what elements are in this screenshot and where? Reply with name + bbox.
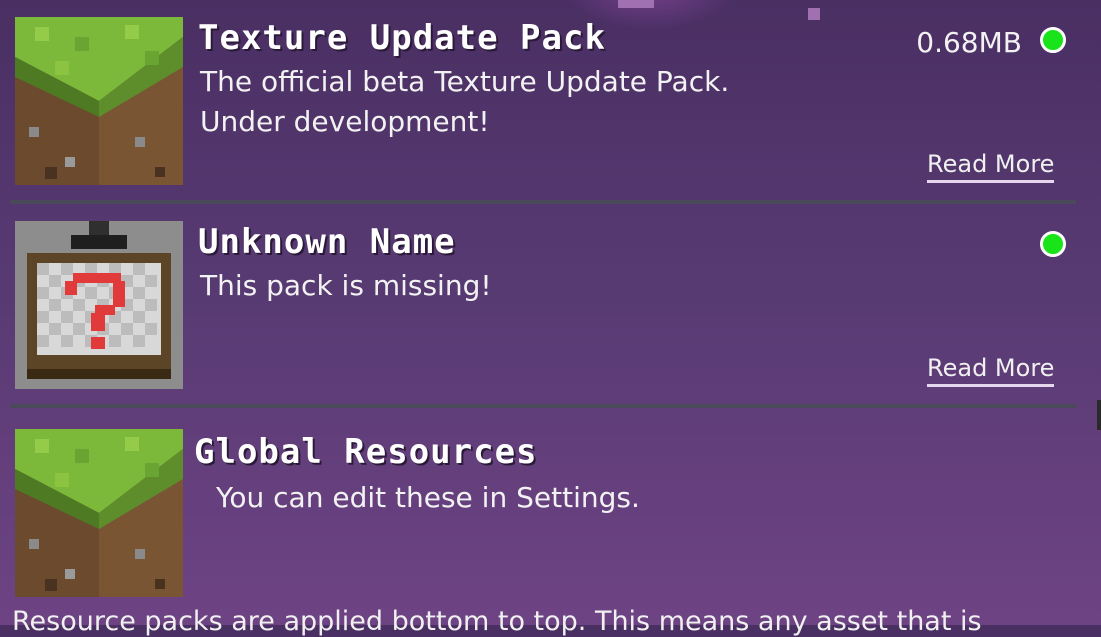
pack-description-line1: The official beta Texture Update Pack. (200, 65, 730, 98)
pack-title: Unknown Name (198, 222, 456, 262)
pack-description-line1: This pack is missing! (200, 269, 492, 302)
grass-block-icon (15, 17, 183, 185)
pack-item-global-resources[interactable]: Global Resources You can edit these in S… (0, 408, 1090, 600)
pack-item-unknown-name[interactable]: Unknown Name This pack is missing! Read … (0, 204, 1090, 404)
pack-description: The official beta Texture Update Pack. U… (200, 62, 729, 142)
scrollbar-edge[interactable] (1097, 400, 1101, 430)
footer-info-text: Resource packs are applied bottom to top… (12, 606, 982, 637)
status-dot-icon (1040, 27, 1066, 53)
pack-description-line1: You can edit these in Settings. (216, 481, 640, 514)
pack-title: Global Resources (194, 432, 538, 472)
pack-size: 0.68MB (916, 26, 1022, 59)
missing-pack-icon (15, 221, 183, 389)
pack-item-texture-update[interactable]: Texture Update Pack 0.68MB The official … (0, 0, 1090, 200)
pack-description: You can edit these in Settings. (216, 478, 640, 518)
status-dot-icon (1040, 231, 1066, 257)
read-more-link[interactable]: Read More (927, 150, 1055, 183)
pack-description-line2: Under development! (200, 105, 490, 138)
pack-title: Texture Update Pack (198, 18, 606, 58)
pack-description: This pack is missing! (200, 266, 492, 306)
read-more-link[interactable]: Read More (927, 354, 1055, 387)
grass-block-icon (15, 429, 183, 597)
